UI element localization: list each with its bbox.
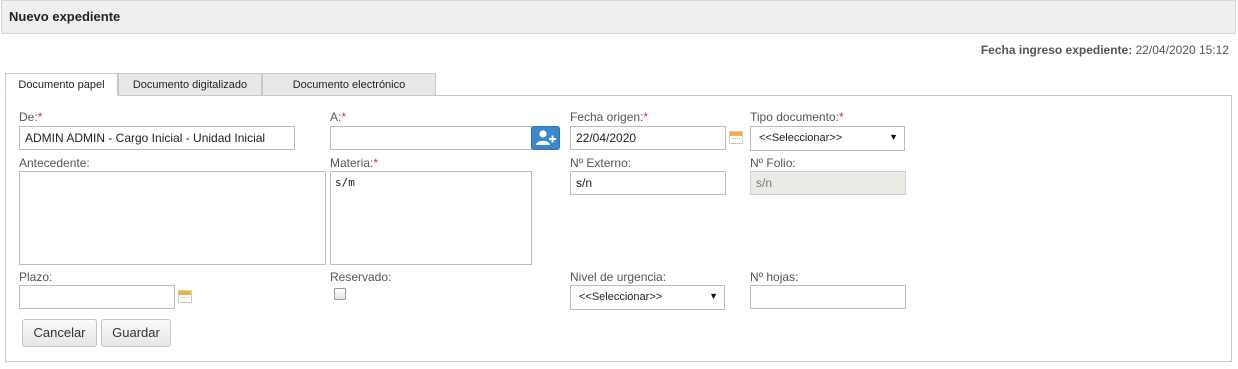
antecedente-textarea[interactable]	[19, 171, 326, 265]
de-input[interactable]	[19, 126, 295, 150]
nivel-urgencia-select[interactable]: <<Seleccionar>> ▼	[570, 285, 725, 310]
form-panel: De:* A:* Fecha origen:* Tipo documento:*…	[5, 95, 1232, 362]
tipo-documento-selected: <<Seleccionar>>	[759, 132, 843, 144]
chevron-down-icon: ▼	[709, 291, 718, 301]
nivel-urgencia-label: Nivel de urgencia:	[570, 270, 667, 284]
materia-textarea[interactable]: s/m	[330, 171, 532, 265]
plazo-input[interactable]	[19, 285, 175, 309]
fecha-origen-label: Fecha origen:*	[570, 110, 649, 124]
fecha-ingreso: Fecha ingreso expediente: 22/04/2020 15:…	[981, 43, 1229, 57]
chevron-down-icon: ▼	[889, 132, 898, 142]
tipo-documento-select[interactable]: <<Seleccionar>> ▼	[750, 126, 905, 151]
de-label: De:*	[19, 110, 43, 124]
materia-label: Materia:*	[330, 156, 379, 170]
n-folio-input	[750, 171, 906, 195]
fecha-ingreso-label: Fecha ingreso expediente:	[980, 43, 1133, 57]
add-recipient-button[interactable]	[531, 126, 560, 150]
tipo-documento-label: Tipo documento:*	[750, 110, 844, 124]
add-user-icon	[536, 130, 556, 145]
tab-documento-electronico[interactable]: Documento electrónico	[262, 73, 436, 96]
tab-documento-papel[interactable]: Documento papel	[5, 73, 118, 96]
n-externo-label: Nº Externo:	[570, 156, 632, 170]
page-title: Nuevo expediente	[9, 9, 121, 24]
n-hojas-label: Nº hojas:	[750, 270, 799, 284]
reservado-checkbox[interactable]	[334, 288, 346, 300]
fecha-origen-input[interactable]	[570, 126, 726, 150]
fecha-ingreso-value: 22/04/2020 15:12	[1135, 43, 1229, 57]
reservado-label: Reservado:	[330, 270, 392, 284]
n-externo-input[interactable]	[570, 171, 726, 195]
plazo-label: Plazo:	[19, 270, 53, 284]
antecedente-label: Antecedente:	[19, 156, 90, 170]
tab-documento-digitalizado[interactable]: Documento digitalizado	[118, 73, 262, 96]
save-button[interactable]: Guardar	[101, 319, 171, 347]
a-input[interactable]	[330, 126, 532, 150]
cancel-button[interactable]: Cancelar	[22, 319, 97, 347]
nivel-urgencia-selected: <<Seleccionar>>	[579, 291, 663, 303]
calendar-icon[interactable]	[178, 290, 192, 303]
a-label: A:*	[330, 110, 347, 124]
page-header: Nuevo expediente	[1, 0, 1236, 34]
n-hojas-input[interactable]	[750, 285, 906, 309]
calendar-icon[interactable]	[729, 131, 743, 144]
n-folio-label: Nº Folio:	[750, 156, 796, 170]
